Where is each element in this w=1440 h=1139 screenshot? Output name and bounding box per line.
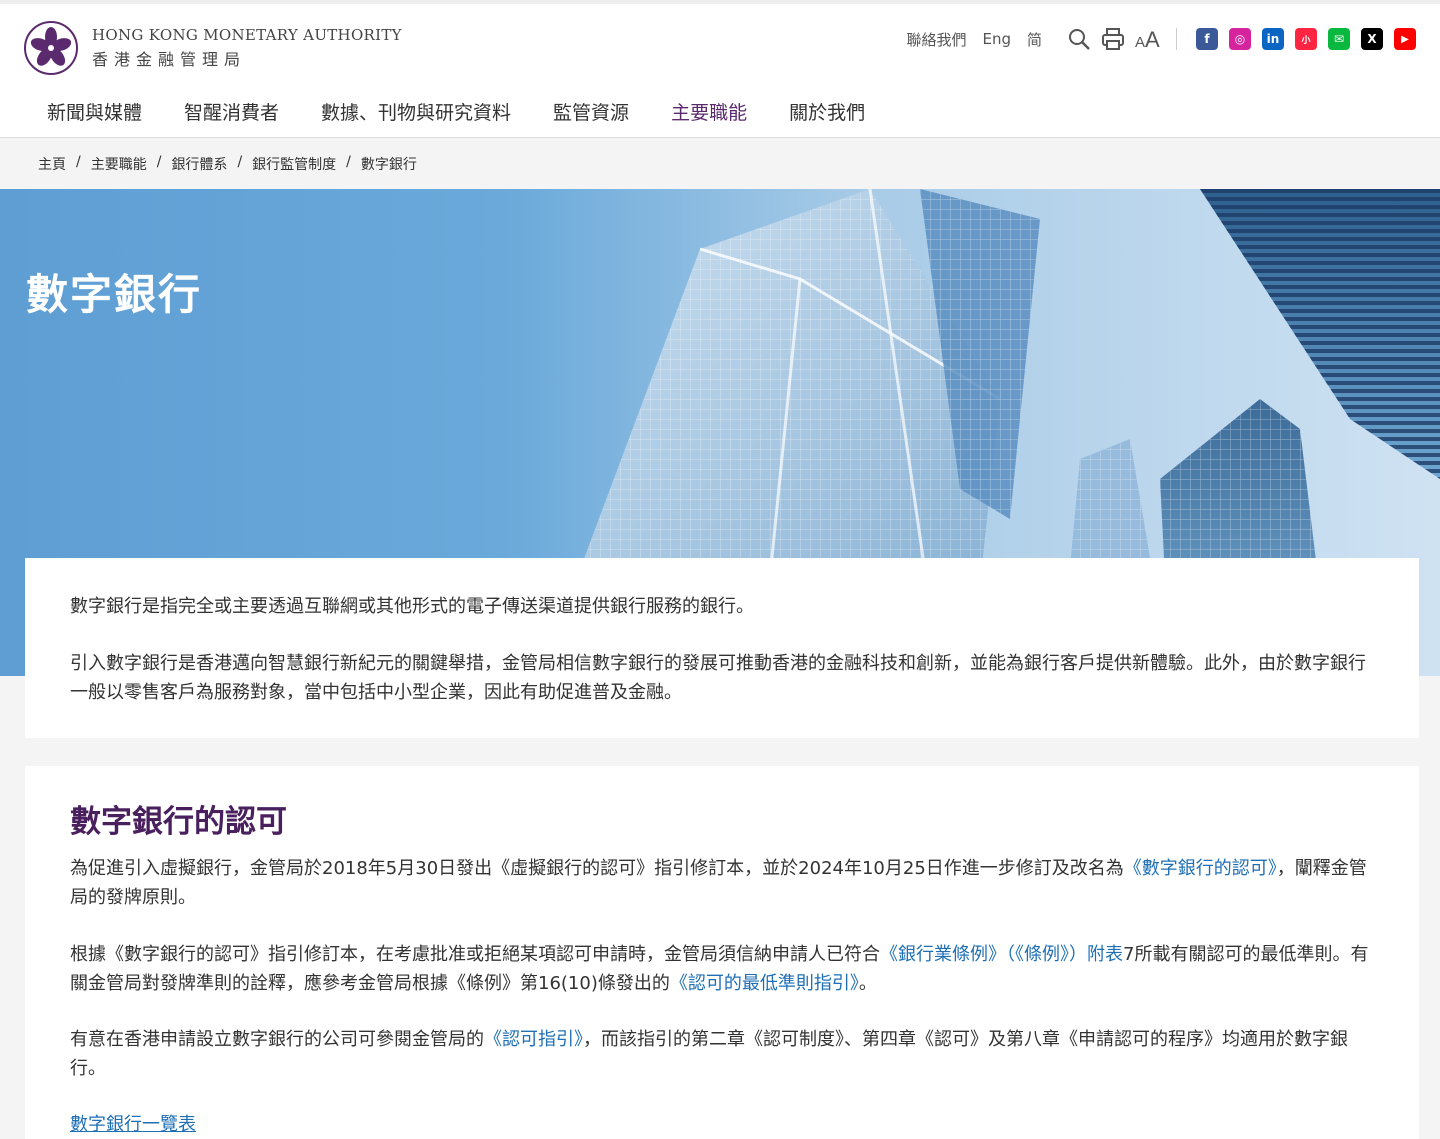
contact-us-link[interactable]: 聯絡我們 <box>906 29 966 50</box>
x-icon[interactable]: X <box>1361 28 1383 50</box>
paragraph-text: 為促進引入虛擬銀行，金管局於2018年5月30日發出《虛擬銀行的認可》指引修訂本… <box>70 858 1124 879</box>
font-size-icon[interactable]: AA <box>1134 26 1164 52</box>
site-header: HONG KONG MONETARY AUTHORITY 香港金融管理局 聯絡我… <box>0 0 1440 143</box>
intro-card: 數字銀行是指完全或主要透過互聯網或其他形式的電子傳送渠道提供銀行服務的銀行。 引… <box>25 558 1419 738</box>
linkedin-icon[interactable]: in <box>1262 28 1284 50</box>
digital-bank-list-link[interactable]: 數字銀行一覽表 <box>70 1114 196 1135</box>
nav-item-smart-consumers[interactable]: 智醒消費者 <box>163 84 300 142</box>
section-heading: 數字銀行的認可 <box>70 804 287 840</box>
utility-bar: 聯絡我們 Eng 简 AA f ◎ in 小 ✉ X ▶ <box>906 24 1416 54</box>
paragraph-text: 根據《數字銀行的認可》指引修訂本，在考慮批准或拒絕某項認可申請時，金管局須信納申… <box>70 944 880 965</box>
logo-chinese-name: 香港金融管理局 <box>92 50 247 69</box>
nav-item-regulatory-resources[interactable]: 監管資源 <box>532 84 650 142</box>
breadcrumb-key-functions[interactable]: 主要職能 <box>91 154 147 174</box>
utility-divider <box>1176 28 1177 50</box>
digital-bank-authorization-link[interactable]: 《數字銀行的認可》 <box>1124 858 1277 879</box>
print-icon[interactable] <box>1100 26 1126 52</box>
nav-item-data-publications[interactable]: 數據、刊物與研究資料 <box>300 84 532 142</box>
breadcrumb-banking-supervision[interactable]: 銀行監管制度 <box>252 154 336 174</box>
breadcrumb-current-page: 數字銀行 <box>360 157 417 173</box>
hkma-logo[interactable]: HONG KONG MONETARY AUTHORITY 香港金融管理局 <box>24 21 402 75</box>
search-icon[interactable] <box>1066 26 1092 52</box>
breadcrumb: 主頁 / 主要職能 / 銀行體系 / 銀行監管制度 / 數字銀行 <box>38 154 417 174</box>
authorization-paragraph-2: 根據《數字銀行的認可》指引修訂本，在考慮批准或拒絕某項認可申請時，金管局須信納申… <box>70 940 1370 998</box>
nav-item-about-us[interactable]: 關於我們 <box>768 84 886 142</box>
breadcrumb-bar: 主頁 / 主要職能 / 銀行體系 / 銀行監管制度 / 數字銀行 <box>0 138 1440 189</box>
nav-item-key-functions[interactable]: 主要職能 <box>650 84 769 143</box>
authorization-card: 數字銀行的認可 為促進引入虛擬銀行，金管局於2018年5月30日發出《虛擬銀行的… <box>25 766 1419 1139</box>
digital-bank-list-paragraph: 數字銀行一覽表 <box>70 1110 1370 1139</box>
youtube-icon[interactable]: ▶ <box>1394 28 1416 50</box>
banking-ordinance-link[interactable]: 《銀行業條例》（《條例》）附表 <box>880 944 1123 965</box>
xiaohongshu-icon[interactable]: 小 <box>1295 28 1317 50</box>
authorization-paragraph-3: 有意在香港申請設立數字銀行的公司可參閱金管局的《認可指引》，而該指引的第二章《認… <box>70 1025 1370 1083</box>
english-language-link[interactable]: Eng <box>982 30 1011 48</box>
simplified-chinese-link[interactable]: 简 <box>1027 29 1042 50</box>
main-navigation: 新聞與媒體 智醒消費者 數據、刊物與研究資料 監管資源 主要職能 關於我們 <box>26 84 886 143</box>
bauhinia-logo-icon <box>24 21 78 75</box>
breadcrumb-banking-system[interactable]: 銀行體系 <box>171 154 227 174</box>
breadcrumb-home[interactable]: 主頁 <box>38 154 66 174</box>
paragraph-text: 有意在香港申請設立數字銀行的公司可參閱金管局的 <box>70 1029 484 1050</box>
svg-text:A: A <box>1145 27 1160 51</box>
authorization-paragraph-1: 為促進引入虛擬銀行，金管局於2018年5月30日發出《虛擬銀行的認可》指引修訂本… <box>70 854 1370 912</box>
guide-to-authorization-link[interactable]: 《認可指引》 <box>484 1029 583 1050</box>
facebook-icon[interactable]: f <box>1196 28 1218 50</box>
instagram-icon[interactable]: ◎ <box>1229 28 1251 50</box>
intro-paragraph-1: 數字銀行是指完全或主要透過互聯網或其他形式的電子傳送渠道提供銀行服務的銀行。 <box>70 596 754 617</box>
paragraph-text: 。 <box>858 973 877 994</box>
nav-item-news-media[interactable]: 新聞與媒體 <box>26 84 163 142</box>
wechat-icon[interactable]: ✉ <box>1328 28 1350 50</box>
svg-text:A: A <box>1135 34 1145 51</box>
page-title: 數字銀行 <box>26 270 203 319</box>
intro-paragraph-2: 引入數字銀行是香港邁向智慧銀行新紀元的關鍵舉措，金管局相信數字銀行的發展可推動香… <box>70 653 1366 703</box>
minimum-criteria-guideline-link[interactable]: 《認可的最低準則指引》 <box>670 973 859 994</box>
logo-english-name: HONG KONG MONETARY AUTHORITY <box>92 26 402 44</box>
